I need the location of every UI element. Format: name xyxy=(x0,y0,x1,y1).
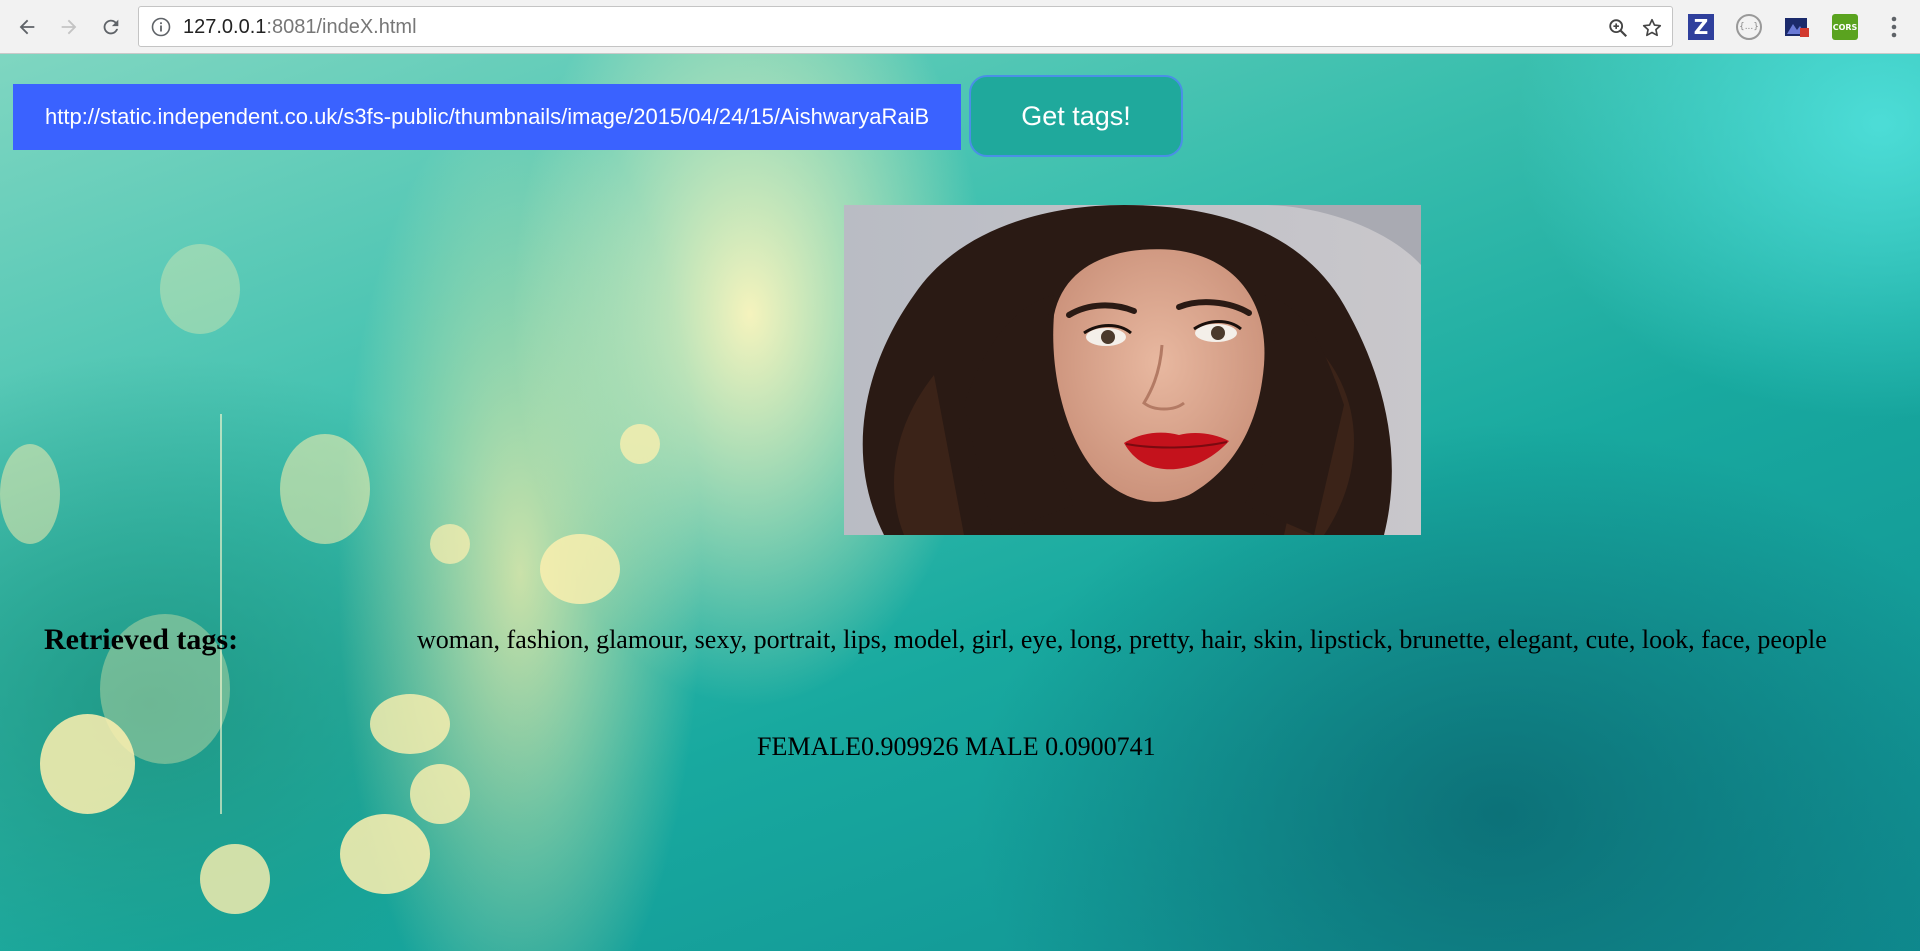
bokeh-circle xyxy=(620,424,660,464)
mozbar-icon[interactable] xyxy=(1784,14,1810,40)
json-viewer-icon[interactable]: {...} xyxy=(1736,14,1762,40)
bookmark-star-icon[interactable] xyxy=(1641,17,1663,39)
arrow-left-icon xyxy=(19,19,35,35)
reload-button[interactable] xyxy=(96,12,126,42)
cors-icon[interactable]: CORS xyxy=(1832,14,1858,40)
bokeh-circle xyxy=(200,844,270,914)
bokeh-circle xyxy=(280,434,370,544)
reload-icon xyxy=(103,19,119,35)
tags-list: woman, fashion, glamour, sexy, portrait,… xyxy=(417,625,1827,654)
url-text[interactable]: 127.0.0.1:8081/indeX.html xyxy=(183,16,417,38)
tags-heading: Retrieved tags: xyxy=(44,623,239,656)
image-url-input[interactable] xyxy=(13,84,961,150)
page-background: Get tags! xyxy=(0,54,1920,951)
back-button[interactable] xyxy=(12,12,42,42)
bokeh-circle xyxy=(540,534,620,604)
mozbar-glyph-icon xyxy=(1785,18,1809,37)
url-path: :8081/indeX.html xyxy=(266,16,417,38)
browser-toolbar: 127.0.0.1:8081/indeX.html Z {...} CORS xyxy=(0,0,1920,54)
portrait-image xyxy=(844,205,1421,535)
bokeh-circle xyxy=(430,524,470,564)
light-streak xyxy=(220,414,222,814)
zoom-icon[interactable] xyxy=(1607,17,1629,39)
bokeh-circle xyxy=(160,244,240,334)
kebab-menu-icon[interactable] xyxy=(1882,14,1906,40)
bokeh-circle xyxy=(410,764,470,824)
bokeh-circle xyxy=(370,694,450,754)
bokeh-circle xyxy=(340,814,430,894)
address-bar[interactable]: 127.0.0.1:8081/indeX.html xyxy=(138,6,1673,47)
url-host: 127.0.0.1 xyxy=(183,16,267,38)
gender-result: FEMALE0.909926 MALE 0.0900741 xyxy=(757,732,1156,761)
forward-button[interactable] xyxy=(54,12,84,42)
bokeh-circle xyxy=(0,444,60,544)
get-tags-button[interactable]: Get tags! xyxy=(969,75,1183,157)
portrait-illustration xyxy=(844,205,1421,535)
info-icon xyxy=(151,17,171,37)
zotero-icon[interactable]: Z xyxy=(1688,14,1714,40)
arrow-right-icon xyxy=(61,19,77,35)
